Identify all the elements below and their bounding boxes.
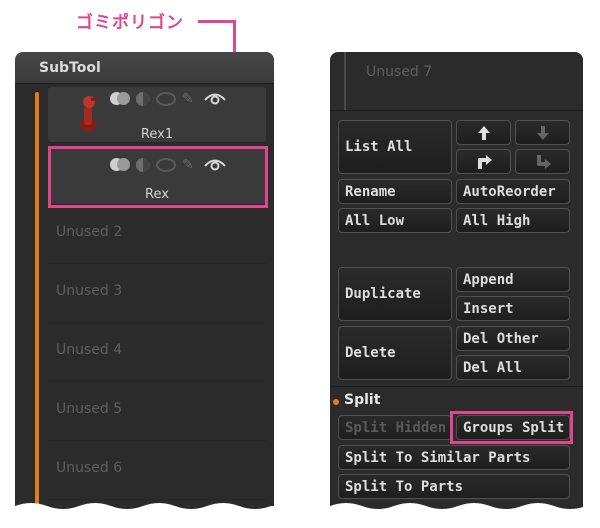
rename-button[interactable]: Rename xyxy=(338,179,452,204)
callout-highlight-box xyxy=(48,146,268,208)
subtool-controls-panel: Unused 7 List All Rename AutoReorder All… xyxy=(330,52,583,514)
arrow-down-icon xyxy=(536,125,549,140)
list-all-button[interactable]: List All xyxy=(338,120,452,174)
subtool-item-unused[interactable]: Unused 3 xyxy=(48,264,266,323)
subtool-header[interactable]: SubTool xyxy=(15,52,274,84)
del-other-button[interactable]: Del Other xyxy=(456,326,570,351)
turn-up-icon xyxy=(477,154,492,169)
turn-down-icon xyxy=(536,154,551,169)
duplicate-button[interactable]: Duplicate xyxy=(338,267,452,321)
split-to-parts-button[interactable]: Split To Parts xyxy=(338,474,570,499)
move-down-button[interactable] xyxy=(515,120,570,145)
subtool-scrollbar[interactable] xyxy=(35,92,39,514)
callout-line xyxy=(198,20,236,23)
callout-label: ゴミポリゴン xyxy=(76,13,184,33)
subtool-item-unused[interactable]: Unused 7 xyxy=(366,64,432,80)
subtool-name: Unused 6 xyxy=(56,460,123,476)
delete-button[interactable]: Delete xyxy=(338,326,452,380)
torn-edge xyxy=(15,503,274,514)
subtool-item-rex1[interactable]: ✎ Rex1 xyxy=(48,87,266,143)
subtool-icons: ✎ xyxy=(110,91,226,107)
move-up-button[interactable] xyxy=(456,120,511,145)
torn-edge xyxy=(330,503,583,514)
split-section-title[interactable]: Split xyxy=(344,392,380,408)
subtool-name: Unused 4 xyxy=(56,342,123,358)
move-to-top-button[interactable] xyxy=(456,149,511,174)
subtool-item-unused[interactable]: Unused 6 xyxy=(48,441,266,500)
all-low-button[interactable]: All Low xyxy=(338,208,452,233)
groups-split-highlight-box xyxy=(450,411,573,444)
subtool-name: Unused 3 xyxy=(56,283,123,299)
section-bullet-icon xyxy=(333,399,339,405)
split-to-similar-parts-button[interactable]: Split To Similar Parts xyxy=(338,445,570,470)
auto-reorder-button[interactable]: AutoReorder xyxy=(456,179,570,204)
divider xyxy=(330,110,583,111)
append-button[interactable]: Append xyxy=(456,267,570,292)
subtool-name: Rex1 xyxy=(140,127,174,142)
insert-button[interactable]: Insert xyxy=(456,296,570,321)
polypaint-icon[interactable] xyxy=(110,91,130,107)
brush-icon[interactable]: ✎ xyxy=(182,91,198,107)
divider xyxy=(344,52,346,110)
subtool-panel: SubTool ✎ Rex1 ✎ Rex Unused 2 Unused 3 U… xyxy=(15,52,274,514)
subtool-item-unused[interactable]: Unused 5 xyxy=(48,382,266,441)
subtool-name: Unused 2 xyxy=(56,224,123,240)
transparent-icon[interactable] xyxy=(156,92,176,106)
subtool-item-unused[interactable]: Unused 2 xyxy=(48,205,266,264)
eye-icon[interactable] xyxy=(204,92,226,106)
split-hidden-button[interactable]: Split Hidden xyxy=(338,415,452,440)
solo-icon[interactable] xyxy=(136,92,150,106)
subtool-name: Unused 5 xyxy=(56,401,123,417)
divider xyxy=(330,386,583,387)
move-to-bottom-button[interactable] xyxy=(515,149,570,174)
subtool-item-unused[interactable]: Unused 4 xyxy=(48,323,266,382)
all-high-button[interactable]: All High xyxy=(456,208,570,233)
arrow-up-icon xyxy=(477,125,490,140)
del-all-button[interactable]: Del All xyxy=(456,355,570,380)
